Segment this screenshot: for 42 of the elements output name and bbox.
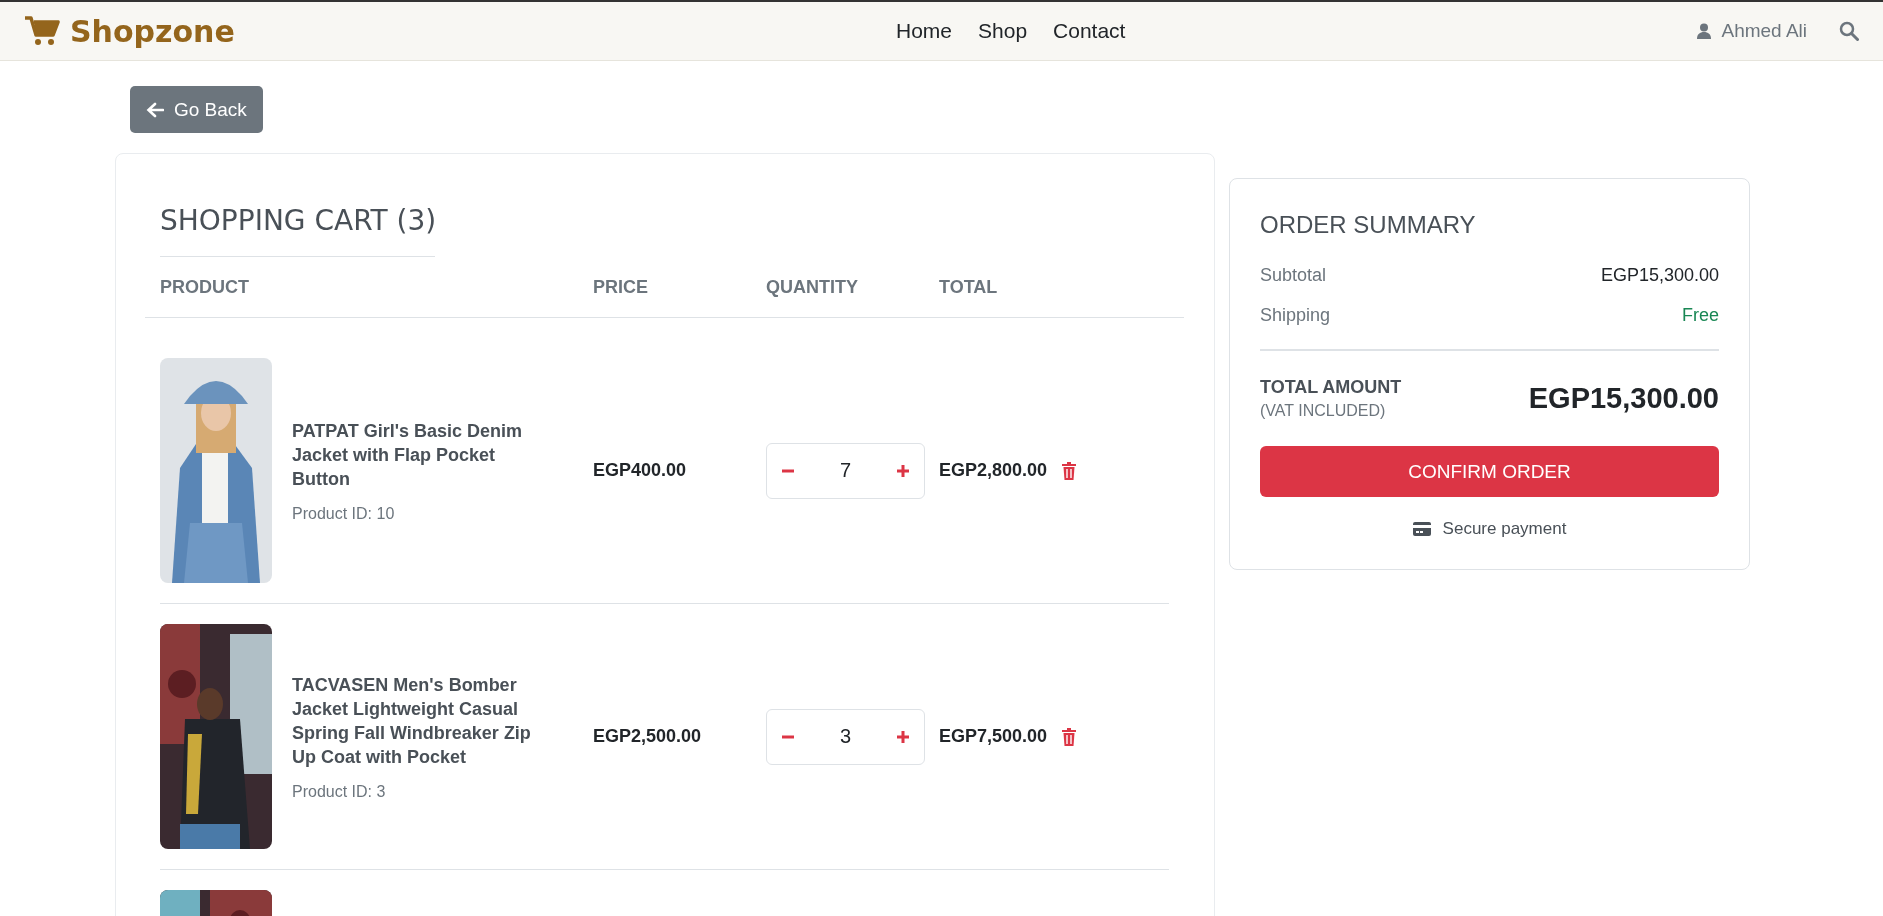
arrow-left-icon <box>146 101 164 118</box>
confirm-order-button[interactable]: CONFIRM ORDER <box>1260 446 1719 497</box>
credit-card-icon <box>1412 522 1431 536</box>
quantity-stepper[interactable]: 3 <box>766 708 925 765</box>
summary-title: ORDER SUMMARY <box>1260 211 1477 239</box>
product-name[interactable]: PATPAT Girl's Basic Denim Jacket with Flap Pocket Button <box>292 418 552 491</box>
product-id: Product ID: 3 <box>292 782 387 801</box>
column-header: PRODUCT <box>160 276 250 298</box>
go-back-button[interactable]: Go Back <box>130 86 263 133</box>
search-icon[interactable] <box>1839 21 1859 41</box>
vat-note: (VAT INCLUDED) <box>1260 402 1387 420</box>
summary-label: Subtotal <box>1260 264 1327 286</box>
summary-label: Shipping <box>1260 304 1331 326</box>
column-header: TOTAL <box>939 276 999 298</box>
unit-price: EGP400.00 <box>593 460 688 481</box>
quantity-value: 7 <box>839 459 852 482</box>
shopping-cart-icon <box>24 15 60 47</box>
column-header: PRICE <box>593 276 649 298</box>
total-label: TOTAL AMOUNT <box>1260 377 1402 398</box>
trash-icon[interactable] <box>1061 727 1078 746</box>
user-name[interactable]: Ahmed Ali <box>1721 20 1807 42</box>
nav-link[interactable]: Shop <box>978 19 1028 43</box>
quantity-stepper[interactable]: 7 <box>766 442 925 499</box>
quantity-value: 3 <box>839 725 852 748</box>
brand-logo[interactable]: Shopzone <box>70 13 235 49</box>
line-total: EGP7,500.00 <box>939 726 1048 747</box>
nav-link[interactable]: Contact <box>1053 19 1126 43</box>
user-icon <box>1697 23 1712 39</box>
summary-value: Free <box>1682 304 1719 326</box>
trash-icon[interactable] <box>1061 461 1078 480</box>
secure-payment-note: Secure payment <box>1442 519 1567 539</box>
nav-link[interactable]: Home <box>896 19 953 43</box>
product-name[interactable]: TACVASEN Men's Bomber Jacket Lightweight Casual Spring Fall Windbreaker Zip Up Coat with Pocket <box>292 672 552 769</box>
plus-icon[interactable] <box>896 729 910 744</box>
line-total: EGP2,800.00 <box>939 460 1048 481</box>
product-id: Product ID: 10 <box>292 504 396 523</box>
cart-title: SHOPPING CART (3) <box>160 204 438 237</box>
unit-price: EGP2,500.00 <box>593 726 703 747</box>
column-header: QUANTITY <box>766 276 859 298</box>
total-amount: EGP15,300.00 <box>1528 382 1719 415</box>
plus-icon[interactable] <box>896 463 910 478</box>
summary-value: EGP15,300.00 <box>1600 264 1719 286</box>
